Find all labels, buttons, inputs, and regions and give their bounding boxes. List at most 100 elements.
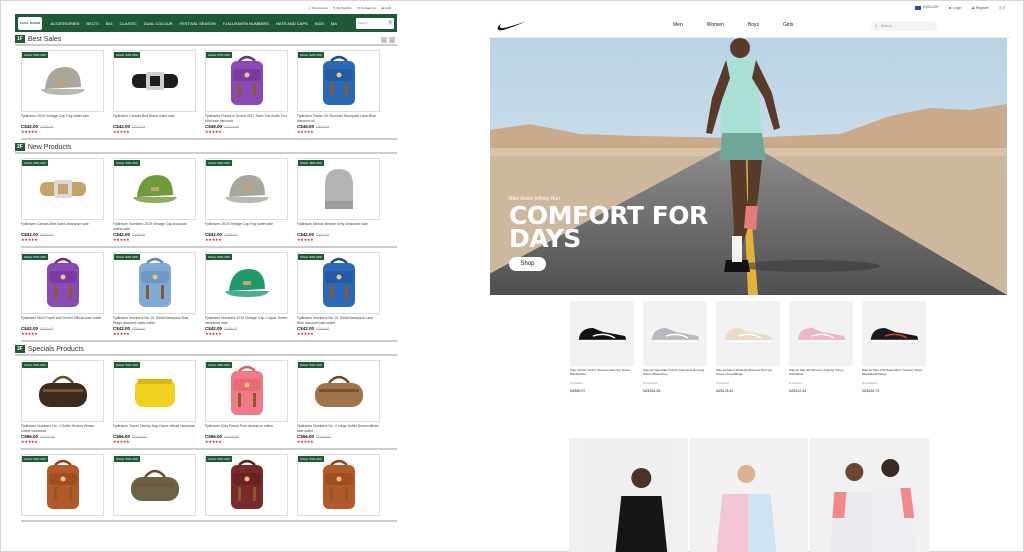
nav-item[interactable]: MA: [328, 21, 341, 26]
nav-item[interactable]: FJALLRAVEN NUMBERS: [219, 21, 272, 26]
product-name[interactable]: Fjallraven 2019 Vintage Cap Fog outlet s…: [205, 222, 288, 231]
menu-men[interactable]: Men: [673, 22, 683, 28]
shoe-card[interactable]: Nike Air VaporMax Flyknit 3 Womens Runni…: [643, 301, 707, 393]
language-select[interactable]: ENGLISH: [914, 5, 938, 10]
product-name[interactable]: Fjallraven Travel Toiletry Bag Ochre off…: [113, 424, 196, 433]
product-card[interactable]: SALE: 53% OFF Fjallraven Numbers No. 4 Du…: [21, 360, 104, 444]
product-image[interactable]: SALE: 53% OFF: [205, 158, 288, 220]
product-name[interactable]: Fjallraven Mini Purple and Orchid Offici…: [21, 316, 104, 325]
product-card[interactable]: SALE: 57% OFF Fjallraven Purple & Orchid …: [205, 50, 288, 134]
product-image[interactable]: SALE: 53% OFF: [297, 454, 380, 516]
product-card[interactable]: SALE: 43% OFF Fjallraven Canvas Belt Blac…: [113, 50, 196, 134]
product-card[interactable]: SALE: 53% OFF Fjallraven 2019 Vintage Cap…: [205, 158, 288, 242]
shoe-name[interactable]: Nike Air Max 90 Womens Training Shoes Pi…: [789, 369, 853, 377]
product-card[interactable]: SALE: 53% OFF Fjallraven Travel Toiletry …: [113, 360, 196, 444]
nav-item[interactable]: FESTIVAL SEASON: [176, 21, 219, 26]
product-name[interactable]: Fjallraven Numbers No. 21 Small Backpack…: [113, 316, 196, 325]
product-name[interactable]: Fjallraven Purple & Orchid 2017 Save The…: [205, 114, 288, 123]
menu-girls[interactable]: Girls: [783, 22, 793, 28]
nav-item[interactable]: ACCESSORIES: [47, 21, 83, 26]
product-name[interactable]: Fjallraven Numbers 2019 Vintage Cap Avoc…: [113, 222, 196, 231]
product-card[interactable]: SALE: 53% OFF: [113, 454, 196, 516]
shoe-card[interactable]: Nike Classic Cortez Womens Running Shoes…: [570, 301, 634, 393]
product-card[interactable]: SALE: 53% OFF: [21, 454, 104, 516]
shoe-image[interactable]: [716, 301, 780, 366]
product-name[interactable]: Fjallraven Kids Peach Pink clearance onl…: [205, 424, 288, 433]
nike-swoosh-logo[interactable]: [497, 20, 527, 32]
product-card[interactable]: SALE: 53% OFF Fjallraven 2019 Vintage Cap…: [21, 50, 104, 134]
chevron-left-icon[interactable]: ‹: [381, 37, 387, 43]
store-logo[interactable]: FJALL RAVEN: [18, 16, 42, 30]
product-image[interactable]: SALE: 53% OFF: [113, 158, 196, 220]
product-card[interactable]: SALE: 49% OFF Fjallraven Canvas Belt Sand…: [21, 158, 104, 242]
shoe-name[interactable]: Nike Air VaporMax Flyknit 3 Womens Runni…: [643, 369, 707, 377]
product-image[interactable]: SALE: 53% OFF: [297, 252, 380, 314]
nav-item[interactable]: KIDS: [311, 21, 327, 26]
product-card[interactable]: SALE: 48% OFF Fjallraven Mohair Beanie Gr…: [297, 158, 380, 242]
menu-boys[interactable]: Boys: [748, 22, 759, 28]
shoe-image[interactable]: [643, 301, 707, 366]
nav-item[interactable]: HATS AND CAPS: [272, 21, 311, 26]
product-card[interactable]: SALE: 52% OFF Fjallraven Raven 20 Shoulde…: [297, 50, 380, 134]
search-input[interactable]: Search ⚲: [356, 17, 394, 29]
product-name[interactable]: Fjallraven Numbers No. 21 Small Backpack…: [297, 316, 380, 325]
product-image[interactable]: SALE: 53% OFF: [205, 252, 288, 314]
shoe-card[interactable]: Nike Air Max 90 Womens Training Shoes Pi…: [789, 301, 853, 393]
cart-link[interactable]: ◫ 0: [999, 6, 1005, 10]
nav-item[interactable]: DUAL COLOUR: [140, 21, 176, 26]
product-name[interactable]: Fjallraven Numbers No. 4 Large Duffel Br…: [297, 424, 380, 433]
product-card[interactable]: SALE: 53% OFF: [205, 454, 288, 516]
product-card[interactable]: SALE: 57% OFF Fjallraven Mini Purple and …: [21, 252, 104, 336]
shoe-card[interactable]: Nike Air Max 270 React Mens Training Sho…: [862, 301, 926, 393]
product-image[interactable]: SALE: 57% OFF: [21, 252, 104, 314]
currency-select[interactable]: ■ CAD: [382, 6, 391, 10]
shop-button[interactable]: Shop: [509, 257, 546, 271]
menu-women[interactable]: Women: [707, 22, 724, 28]
product-name[interactable]: Fjallraven Canvas Belt Sand clearance sa…: [21, 222, 104, 231]
product-image[interactable]: SALE: 43% OFF: [113, 50, 196, 112]
product-name[interactable]: Fjallraven Numbers No. 4 Duffel Hickory …: [21, 424, 104, 433]
contact-link[interactable]: ✉ Contact Us: [357, 6, 375, 10]
product-image[interactable]: SALE: 49% OFF: [21, 158, 104, 220]
product-image[interactable]: SALE: 53% OFF: [113, 454, 196, 516]
product-card[interactable]: SALE: 53% OFF Fjallraven Numbers 2019 Vin…: [205, 252, 288, 336]
product-name[interactable]: Fjallraven Mohair Beanie Grey clearance …: [297, 222, 380, 231]
wishlist-link[interactable]: ♥ My Wishlist: [334, 6, 352, 10]
product-image[interactable]: SALE: 53% OFF: [113, 252, 196, 314]
shoe-name[interactable]: Nike Air Max 270 React Womens Running Sh…: [716, 369, 780, 377]
product-image[interactable]: SALE: 53% OFF: [205, 454, 288, 516]
product-name[interactable]: Fjallraven Canvas Belt Black outlet sale: [113, 114, 196, 123]
product-card[interactable]: SALE: 53% OFF Fjallraven Numbers 2019 Vin…: [113, 158, 196, 242]
product-image[interactable]: SALE: 53% OFF: [113, 360, 196, 422]
product-name[interactable]: Fjallraven 2019 Vintage Cap Fog outlet s…: [21, 114, 104, 123]
nav-item[interactable]: BELTS: [83, 21, 102, 26]
search-input[interactable]: ⚲ Search: [871, 21, 937, 31]
product-image[interactable]: SALE: 53% OFF: [21, 360, 104, 422]
account-link[interactable]: ☺ My Account: [308, 6, 328, 10]
product-image[interactable]: SALE: 48% OFF: [205, 360, 288, 422]
product-image[interactable]: SALE: 53% OFF: [297, 360, 380, 422]
product-image[interactable]: SALE: 53% OFF: [21, 50, 104, 112]
search-icon[interactable]: ⚲: [388, 20, 392, 26]
product-card[interactable]: SALE: 53% OFF: [297, 454, 380, 516]
shoe-card[interactable]: Nike Air Max 270 React Womens Running Sh…: [716, 301, 780, 393]
product-card[interactable]: SALE: 53% OFF Fjallraven Numbers No. 4 La…: [297, 360, 380, 444]
product-image[interactable]: SALE: 52% OFF: [297, 50, 380, 112]
product-image[interactable]: SALE: 53% OFF: [21, 454, 104, 516]
product-card[interactable]: SALE: 53% OFF Fjallraven Numbers No. 21 S…: [297, 252, 380, 336]
shoe-name[interactable]: Nike Classic Cortez Womens Running Shoes…: [570, 369, 634, 377]
register-link[interactable]: ♟ Register: [972, 6, 989, 10]
nav-item[interactable]: BIG: [102, 21, 116, 26]
product-card[interactable]: SALE: 48% OFF Fjallraven Kids Peach Pink …: [205, 360, 288, 444]
product-image[interactable]: SALE: 48% OFF: [297, 158, 380, 220]
shoe-image[interactable]: [789, 301, 853, 366]
product-name[interactable]: Fjallraven Raven 20 Shoulder Backpack La…: [297, 114, 380, 123]
login-link[interactable]: ☻ Login: [948, 6, 961, 10]
shoe-image[interactable]: [862, 301, 926, 366]
shoe-name[interactable]: Nike Air Max 270 React Mens Training Sho…: [862, 369, 926, 377]
nav-item[interactable]: CLASSIC: [116, 21, 140, 26]
kids-apparel-banner[interactable]: [569, 438, 930, 552]
chevron-right-icon[interactable]: ›: [389, 37, 395, 43]
shoe-image[interactable]: [570, 301, 634, 366]
product-name[interactable]: Fjallraven Numbers 2019 Vintage Cap Copp…: [205, 316, 288, 325]
